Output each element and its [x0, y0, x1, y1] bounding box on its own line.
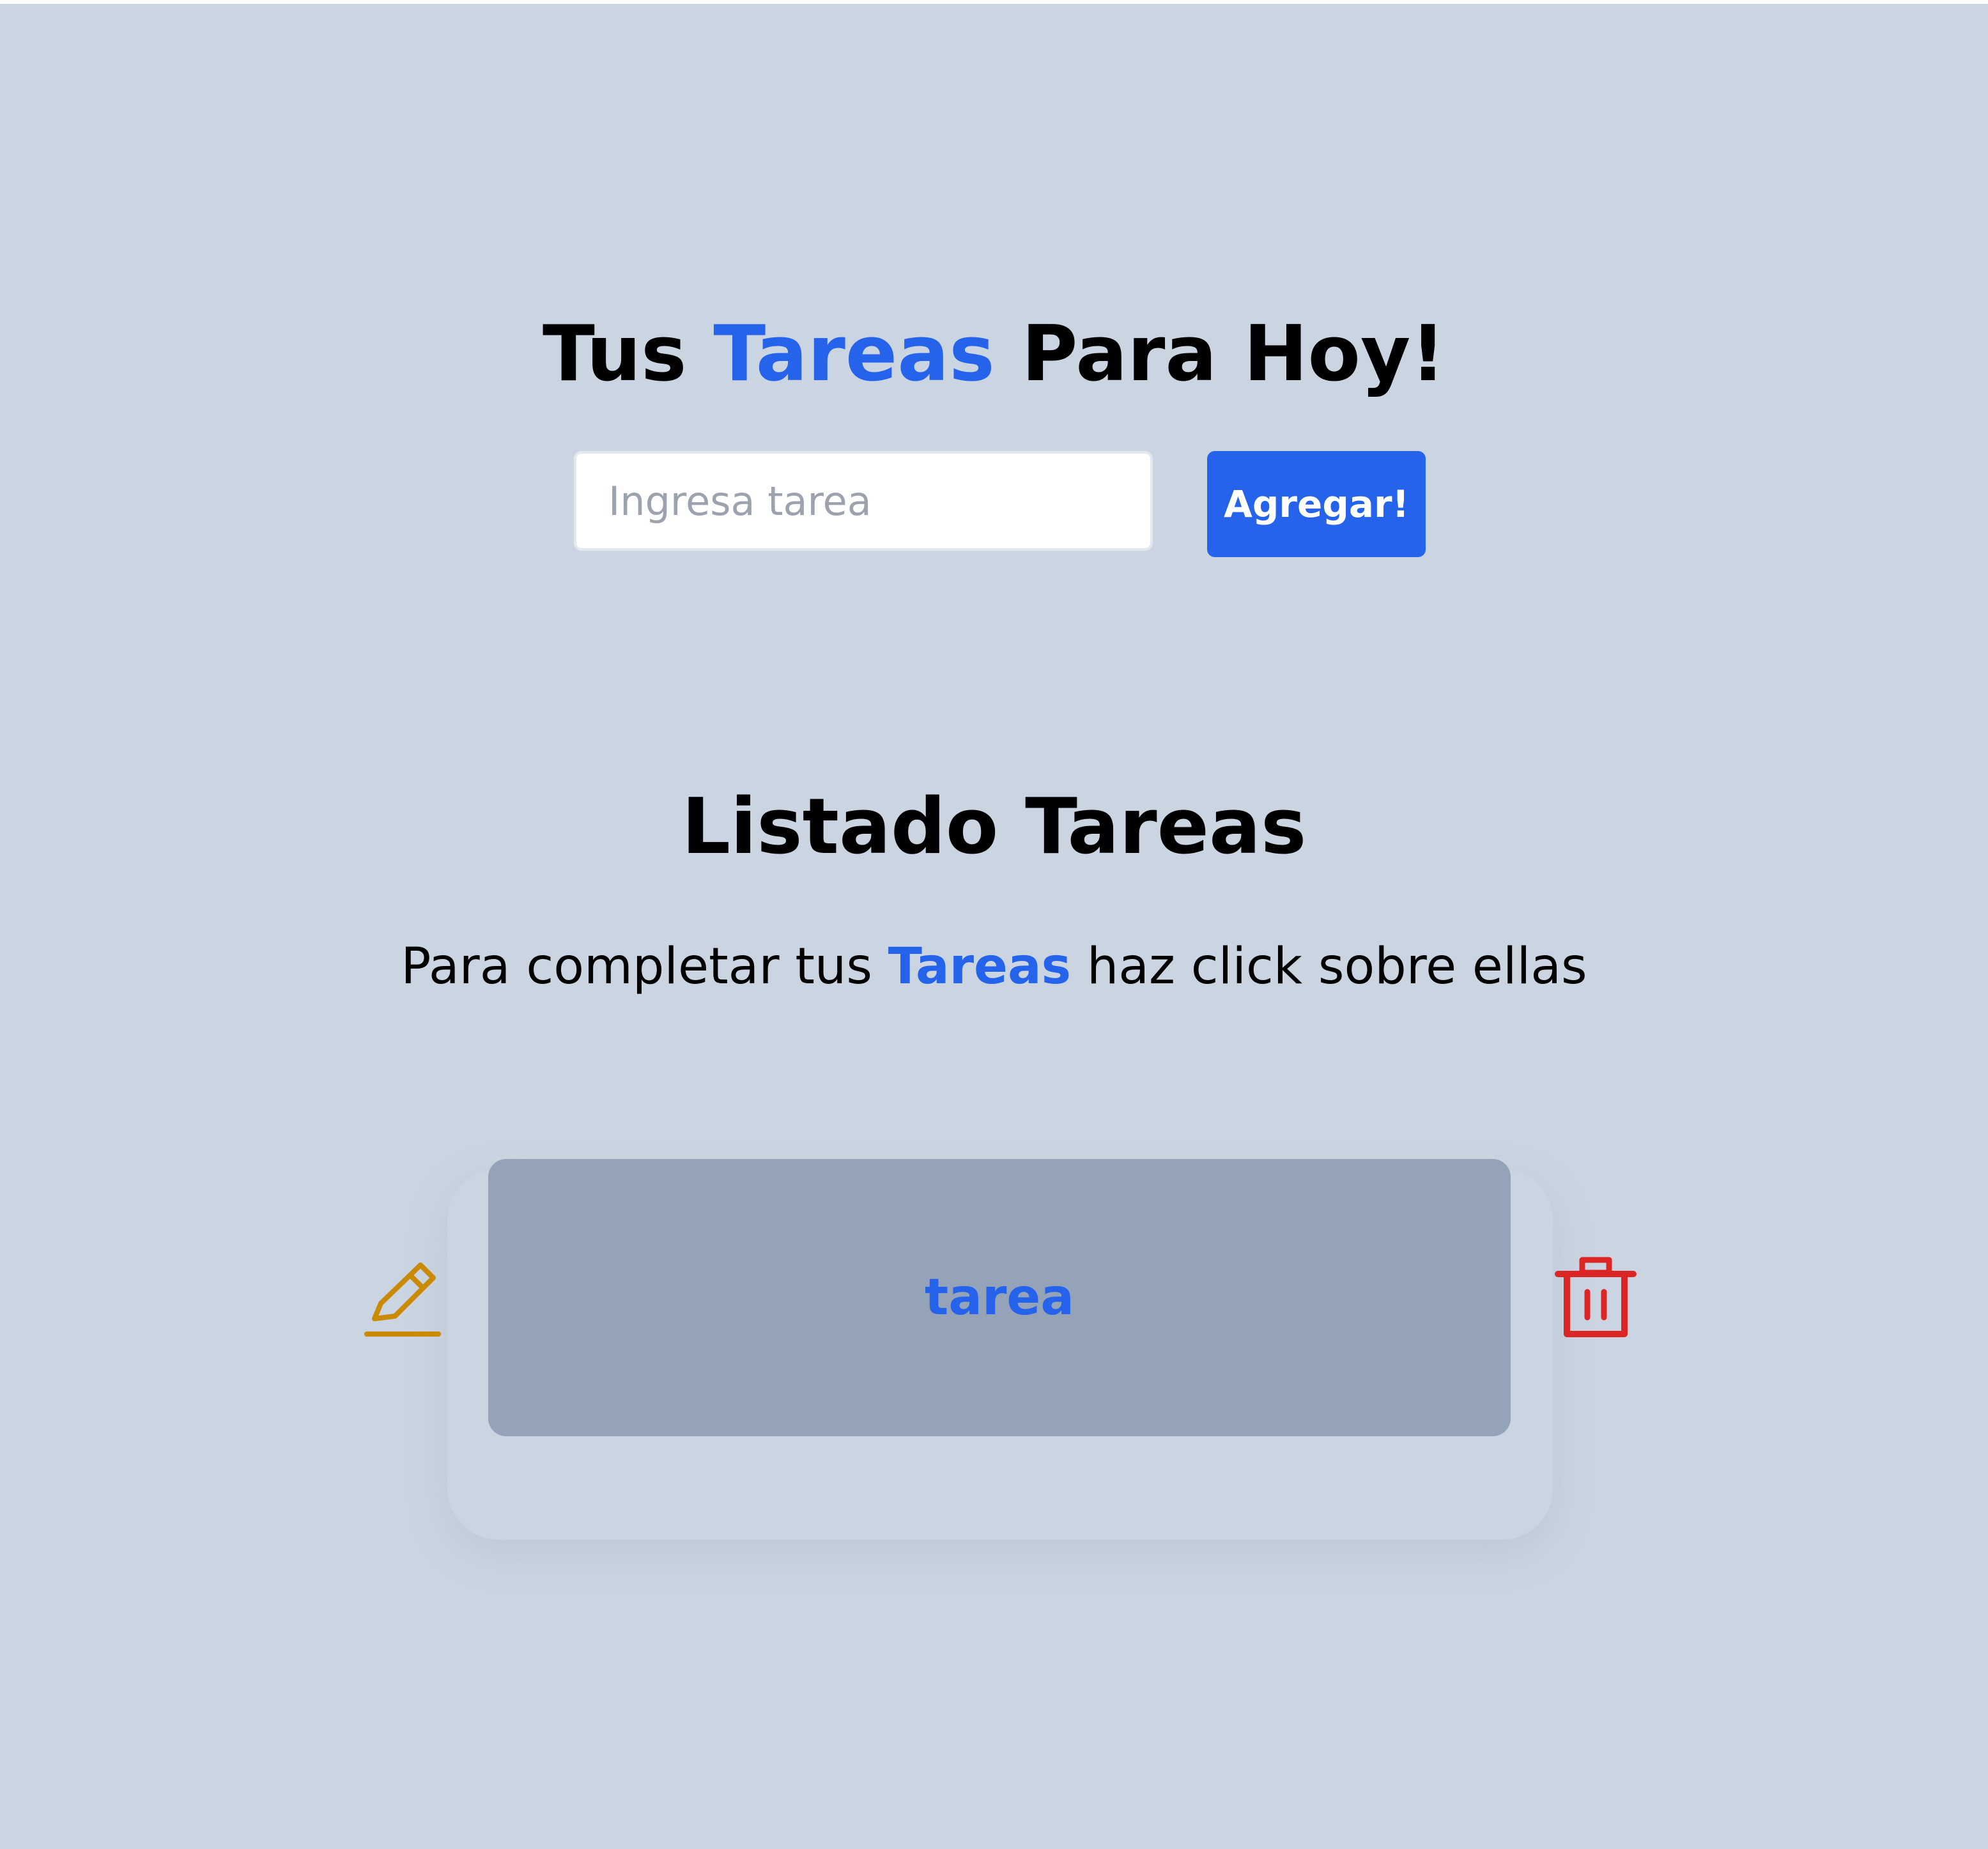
title-suffix: Para Hoy!: [1021, 310, 1445, 399]
hint-prefix: Para completar tus: [401, 938, 872, 995]
window-top-edge: [0, 0, 1988, 4]
edit-task-button[interactable]: [363, 1259, 442, 1342]
task-item[interactable]: tarea: [488, 1159, 1511, 1436]
title-prefix: Tus: [543, 310, 687, 399]
title-accent: Tareas: [713, 310, 995, 399]
add-task-button[interactable]: Agregar!: [1207, 451, 1426, 557]
task-input[interactable]: [574, 451, 1153, 551]
hint-suffix: haz click sobre ellas: [1086, 938, 1587, 995]
list-hint: Para completar tus Tareas haz click sobr…: [0, 932, 1988, 1002]
task-label: tarea: [925, 1269, 1074, 1326]
list-title: Listado Tareas: [681, 783, 1307, 871]
delete-task-button[interactable]: [1554, 1256, 1637, 1339]
page-title: Tus Tareas Para Hoy!: [0, 307, 1988, 403]
pencil-icon: [364, 1262, 441, 1337]
trash-icon: [1555, 1257, 1637, 1337]
hint-accent: Tareas: [888, 938, 1072, 995]
